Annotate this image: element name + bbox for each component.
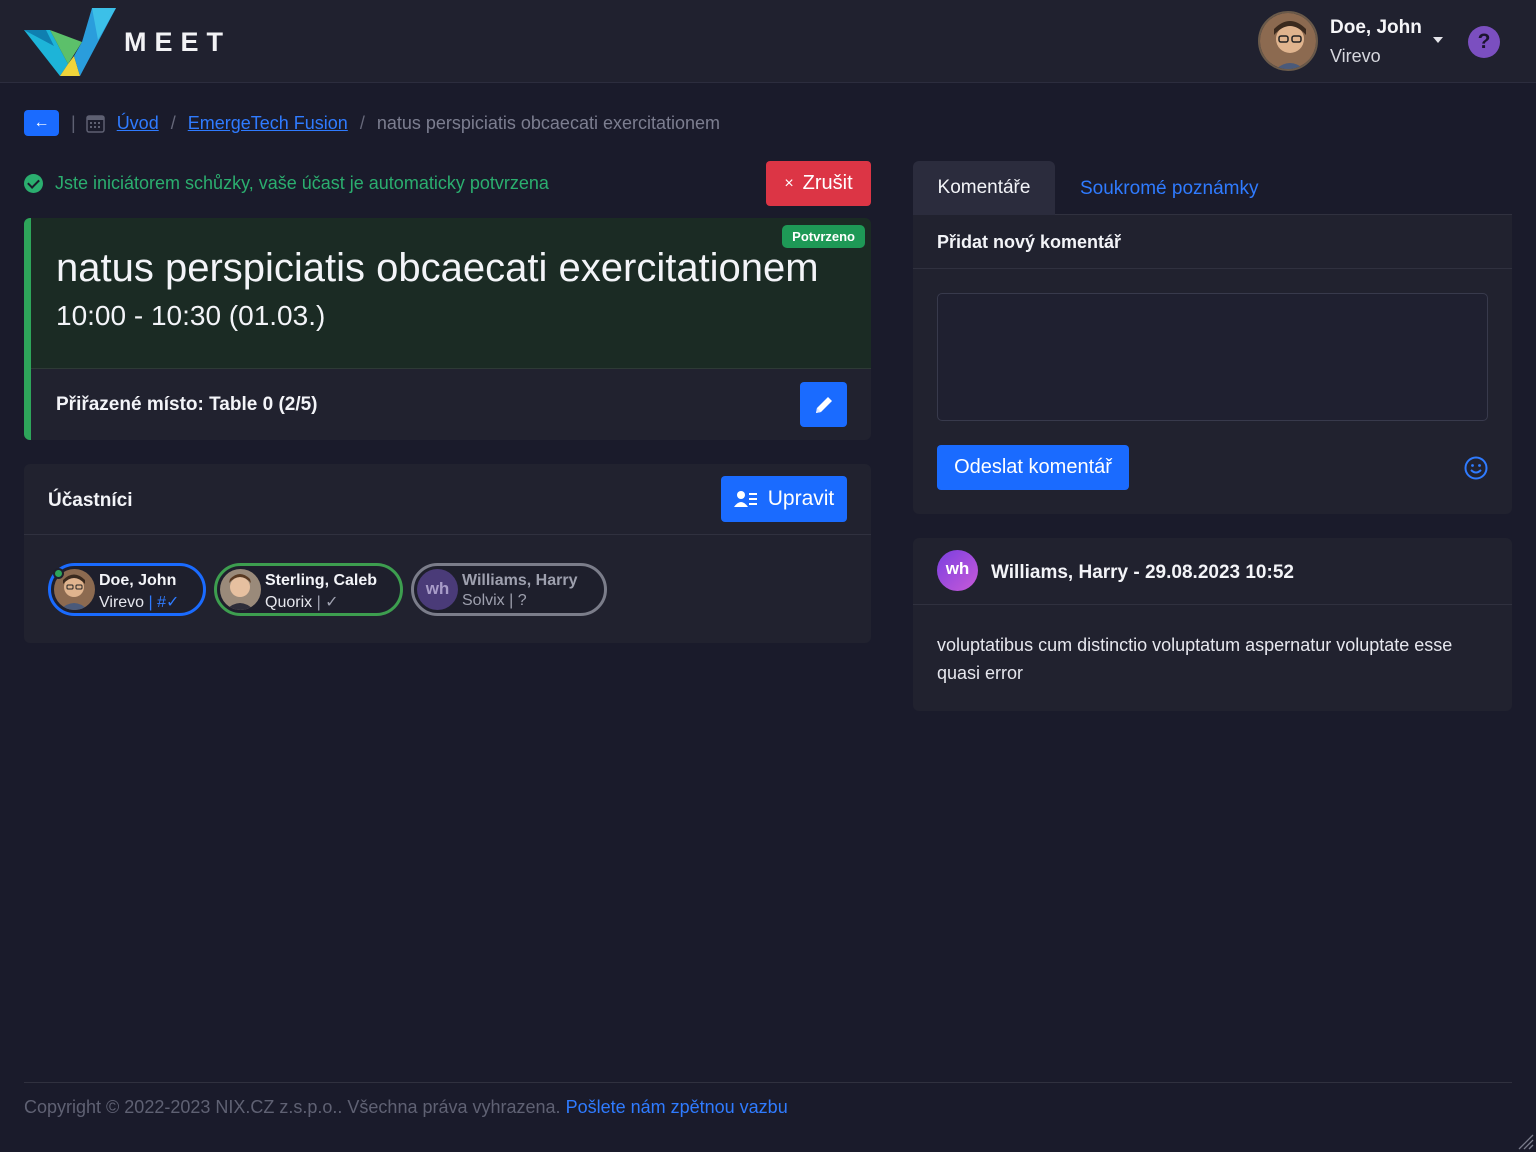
breadcrumb-slash: / — [170, 112, 176, 133]
footer-divider — [24, 1082, 1512, 1083]
pencil-icon — [815, 396, 832, 413]
divider — [913, 604, 1512, 605]
comment-author-line: Williams, Harry - 29.08.2023 10:52 — [991, 562, 1294, 583]
participants-card: Účastníci Upravit Doe, John Virevo | #✓ … — [24, 464, 871, 643]
calendar-icon — [85, 114, 105, 133]
avatar: wh — [937, 550, 978, 591]
participant-org: Virevo | #✓ — [99, 594, 180, 611]
comment-body: voluptatibus cum distinctio voluptatum a… — [937, 635, 1453, 683]
brand-name: MEET — [124, 27, 232, 57]
assigned-place: Přiřazené místo: Table 0 (2/5) — [56, 394, 318, 415]
breadcrumb-separator: | — [71, 112, 76, 133]
user-list-icon — [733, 491, 757, 507]
breadcrumb-slash: / — [359, 112, 365, 133]
new-comment-title: Přidat nový komentář — [937, 232, 1122, 252]
resize-handle-icon[interactable] — [1516, 1132, 1534, 1150]
participant-chip[interactable]: Sterling, Caleb Quorix | ✓ — [214, 563, 403, 616]
avatar — [220, 569, 261, 610]
tab-private-notes[interactable]: Soukromé poznámky — [1080, 178, 1258, 200]
initiator-notice-text: Jste iniciátorem schůzky, vaše účast je … — [55, 173, 549, 193]
participant-name: Doe, John — [99, 572, 177, 589]
edit-participants-label: Upravit — [767, 487, 835, 510]
divider — [913, 268, 1512, 269]
check-circle-icon — [24, 174, 43, 193]
cancel-meeting-label: Zrušit — [802, 172, 853, 194]
new-comment-card: Přidat nový komentář Odeslat komentář — [913, 215, 1512, 514]
cancel-meeting-button[interactable]: × Zrušit — [766, 161, 871, 206]
avatar: wh — [417, 569, 458, 610]
breadcrumb-event-link[interactable]: EmergeTech Fusion — [188, 113, 348, 134]
online-status-dot — [53, 568, 64, 579]
smiley-icon[interactable] — [1464, 456, 1488, 480]
user-name[interactable]: Doe, John — [1330, 17, 1422, 39]
breadcrumb-current: natus perspiciatis obcaecati exercitatio… — [376, 112, 721, 133]
meeting-title: natus perspiciatis obcaecati exercitatio… — [56, 246, 819, 290]
logo-icon[interactable] — [24, 8, 116, 76]
edit-place-button[interactable] — [800, 382, 847, 427]
back-arrow-icon: ← — [33, 114, 50, 131]
status-badge: Potvrzeno — [782, 225, 865, 248]
user-avatar[interactable] — [1258, 11, 1318, 71]
breadcrumb-home-link[interactable]: Úvod — [117, 113, 159, 134]
help-icon[interactable]: ? — [1468, 26, 1500, 58]
breadcrumb: ← | Úvod / EmergeTech Fusion / natus per… — [24, 109, 720, 137]
send-comment-button[interactable]: Odeslat komentář — [937, 445, 1129, 490]
participants-header: Účastníci Upravit — [24, 464, 871, 535]
participant-chip[interactable]: wh Williams, Harry Solvix | ? — [411, 563, 607, 616]
meeting-header: Potvrzeno natus perspiciatis obcaecati e… — [31, 218, 871, 369]
top-bar: MEET Doe, John Virevo ? — [0, 0, 1536, 83]
comment-textarea[interactable] — [937, 293, 1488, 421]
user-org: Virevo — [1330, 46, 1381, 66]
footer-copyright: Copyright © 2022-2023 NIX.CZ z.s.p.o.. V… — [24, 1097, 561, 1117]
participants-title: Účastníci — [48, 490, 133, 511]
footer: Copyright © 2022-2023 NIX.CZ z.s.p.o.. V… — [24, 1097, 788, 1118]
edit-participants-button[interactable]: Upravit — [721, 476, 847, 522]
comment-post: wh Williams, Harry - 29.08.2023 10:52 vo… — [913, 538, 1512, 711]
feedback-link[interactable]: Pošlete nám zpětnou vazbu — [566, 1097, 788, 1117]
meeting-card: Potvrzeno natus perspiciatis obcaecati e… — [24, 218, 871, 440]
initiator-notice: Jste iniciátorem schůzky, vaše účast je … — [24, 173, 549, 194]
meeting-time: 10:00 - 10:30 (01.03.) — [56, 300, 326, 331]
chevron-down-icon[interactable] — [1433, 37, 1443, 43]
participant-name: Williams, Harry — [462, 572, 578, 589]
participant-org: Solvix | ? — [462, 592, 527, 609]
back-button[interactable]: ← — [24, 110, 59, 136]
comments-tabs: Komentáře Soukromé poznámky — [913, 161, 1512, 215]
participant-chip[interactable]: Doe, John Virevo | #✓ — [48, 563, 206, 616]
participant-name: Sterling, Caleb — [265, 572, 378, 589]
participant-org: Quorix | ✓ — [265, 594, 339, 611]
tab-comments[interactable]: Komentáře — [913, 161, 1055, 215]
close-icon: × — [784, 174, 794, 192]
